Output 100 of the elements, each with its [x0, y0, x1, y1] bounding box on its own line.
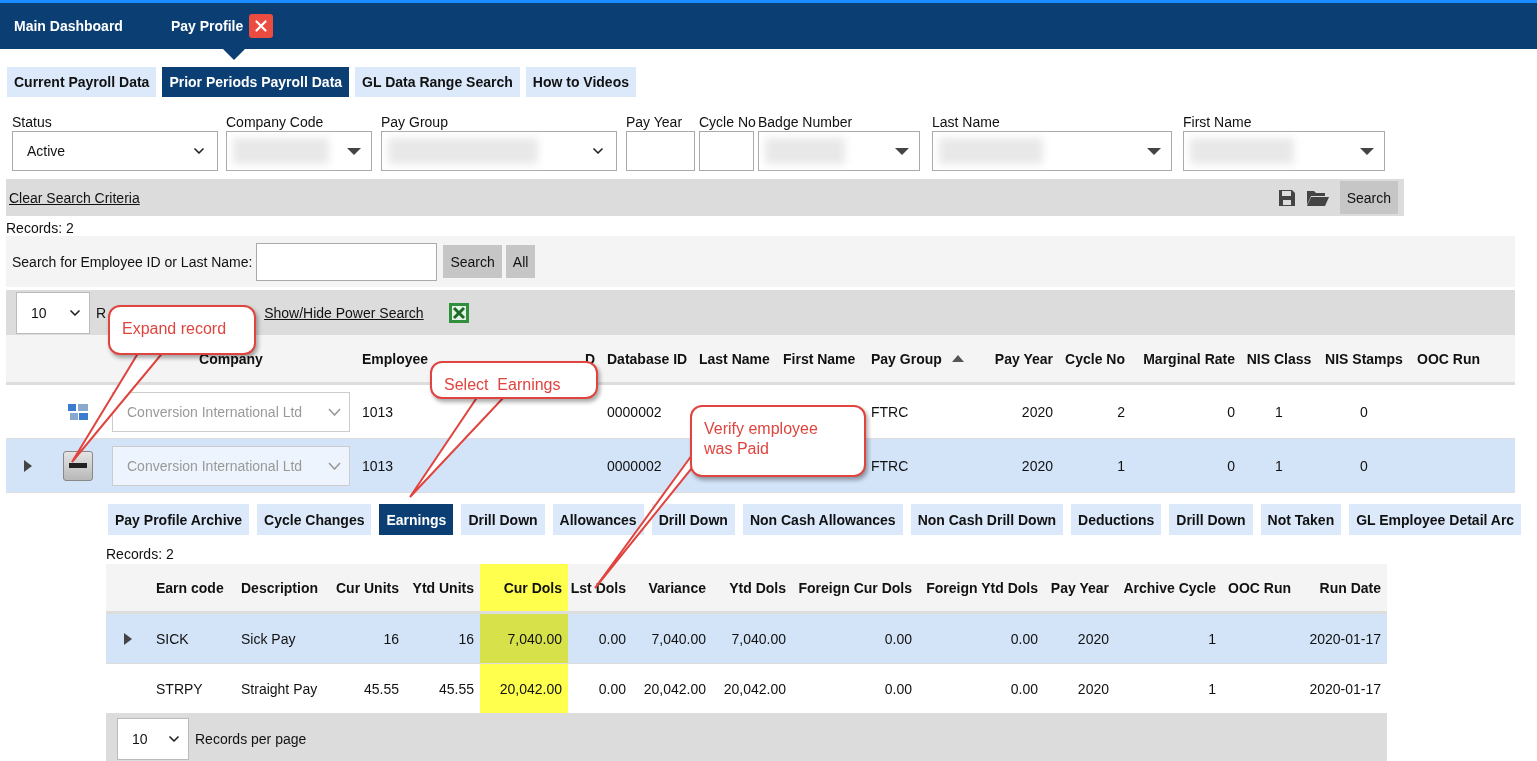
table-cell: 1: [1275, 403, 1283, 420]
table-cell: FTRC: [871, 457, 909, 474]
column-header[interactable]: Foreign Cur Dols: [792, 564, 918, 611]
column-header[interactable]: Cur Dols: [480, 564, 568, 611]
field-label: First Name: [1183, 114, 1253, 131]
select-field[interactable]: [932, 131, 1172, 171]
column-header[interactable]: OOC Run: [1222, 564, 1297, 611]
detail-tab[interactable]: Not Taken: [1260, 504, 1342, 535]
tab[interactable]: Prior Periods Payroll Data: [162, 67, 350, 97]
column-header[interactable]: Marginal Rate: [1143, 350, 1235, 367]
table-cell: 2020: [1021, 457, 1053, 474]
table-cell: 16: [383, 630, 399, 647]
spreadsheet-icon[interactable]: [447, 301, 470, 324]
annotation-callout: Expand record: [108, 305, 256, 355]
field-label: Pay Group: [381, 114, 449, 131]
caret-icon: [895, 147, 909, 155]
select-field[interactable]: [758, 131, 920, 171]
table-cell: 0.00: [884, 630, 912, 647]
table-cell: 7,040.00: [651, 630, 706, 647]
detail-tab[interactable]: Pay Profile Archive: [108, 504, 250, 535]
column-header[interactable]: NIS Stamps: [1325, 350, 1403, 367]
detail-tab[interactable]: Non Cash Allowances: [742, 504, 903, 535]
column-header[interactable]: Pay Year: [994, 350, 1053, 367]
column-header[interactable]: Cycle No: [1065, 350, 1125, 367]
search-button[interactable]: Search: [1339, 181, 1398, 214]
column-header[interactable]: Ytd Units: [405, 564, 480, 611]
search-button[interactable]: Search: [443, 245, 502, 278]
table-cell: 1013: [362, 457, 394, 474]
column-header[interactable]: Cur Units: [330, 564, 405, 611]
column-header[interactable]: Archive Cycle: [1115, 564, 1222, 611]
field-label: Cycle No: [699, 114, 757, 131]
column-header[interactable]: Run Date: [1297, 564, 1387, 611]
column-header[interactable]: NIS Class: [1246, 350, 1312, 367]
detail-tab[interactable]: Allowances: [552, 504, 644, 535]
table-cell: 0000002: [607, 403, 662, 420]
nav-tab[interactable]: Main Dashboard: [14, 18, 123, 34]
table-cell: 2020-01-17: [1309, 680, 1381, 697]
nav-tab[interactable]: Pay Profile: [170, 18, 244, 34]
column-header[interactable]: Last Name: [699, 350, 770, 367]
field-label: Pay Year: [626, 114, 684, 131]
table-row[interactable]: STRPY Straight Pay 45.55 45.55 20,042.00 0.00 20,042.00 20,042.00 0.00 0.00 2020 1 2020-01-17: [106, 664, 1387, 714]
caret-icon: [1360, 147, 1374, 155]
search-input[interactable]: [256, 242, 438, 281]
table-cell: STRPY: [156, 680, 203, 697]
input-field[interactable]: [699, 131, 754, 171]
detail-tab[interactable]: GL Employee Detail Arc: [1349, 504, 1522, 535]
column-header[interactable]: Earn code: [150, 564, 235, 611]
column-header[interactable]: OOC Run: [1417, 350, 1480, 367]
select-field[interactable]: [381, 131, 617, 171]
expand-arrow-icon[interactable]: [124, 632, 132, 645]
detail-tab[interactable]: Deductions: [1071, 504, 1162, 535]
field-label: Company Code: [226, 114, 325, 131]
detail-tab[interactable]: Drill Down: [461, 504, 545, 535]
table-cell: 0.00: [598, 680, 626, 697]
table-cell: 7,040.00: [731, 630, 786, 647]
table-cell: 0: [1227, 403, 1235, 420]
table-cell: 1: [1275, 457, 1283, 474]
column-header[interactable]: Lst Dols: [568, 564, 632, 611]
column-header[interactable]: Pay Group: [871, 350, 942, 367]
select-field[interactable]: Active: [12, 131, 218, 171]
grid-view-icon[interactable]: [67, 402, 89, 421]
tab[interactable]: Current Payroll Data: [7, 67, 157, 97]
detail-tab[interactable]: Drill Down: [651, 504, 735, 535]
detail-tab[interactable]: Drill Down: [1169, 504, 1253, 535]
power-search-link[interactable]: Show/Hide Power Search: [264, 304, 424, 321]
table-cell: 1013: [362, 403, 394, 420]
highlighted-cell: 20,042.00: [480, 664, 568, 713]
table-cell: 45.55: [363, 680, 399, 697]
tab[interactable]: GL Data Range Search: [355, 67, 520, 97]
detail-tab[interactable]: Non Cash Drill Down: [910, 504, 1064, 535]
column-header[interactable]: Employee: [362, 350, 429, 367]
column-header[interactable]: Variance: [632, 564, 712, 611]
field-label: Status: [12, 114, 53, 131]
input-field[interactable]: [626, 131, 695, 171]
detail-tab[interactable]: Cycle Changes: [257, 504, 372, 535]
column-header[interactable]: First Name: [783, 350, 856, 367]
column-header[interactable]: Database ID: [607, 350, 688, 367]
page-size-select[interactable]: 10: [16, 291, 90, 334]
table-cell: 1: [1117, 457, 1125, 474]
column-header[interactable]: Ytd Dols: [712, 564, 792, 611]
expand-arrow-icon[interactable]: [24, 459, 32, 472]
page-size-select[interactable]: 10: [117, 718, 189, 760]
field-label: Badge Number: [758, 114, 854, 131]
all-button[interactable]: All: [505, 245, 536, 278]
column-header[interactable]: Description: [235, 564, 330, 611]
table-row[interactable]: SICK Sick Pay 16 16 7,040.00 0.00 7,040.00 7,040.00 0.00 0.00 2020 1 2020-01-17: [106, 614, 1387, 664]
table-cell: 1: [1208, 630, 1216, 647]
column-header[interactable]: Pay Year: [1044, 564, 1115, 611]
save-icon[interactable]: [1277, 188, 1296, 207]
table-cell: 16: [458, 630, 474, 647]
folder-icon[interactable]: [1305, 188, 1330, 207]
column-header[interactable]: Foreign Ytd Dols: [918, 564, 1044, 611]
table-cell: Sick Pay: [241, 630, 296, 647]
table-cell: 2020-01-17: [1309, 630, 1381, 647]
select-field[interactable]: [1183, 131, 1385, 171]
tab[interactable]: How to Videos: [525, 67, 636, 97]
collapse-button[interactable]: [63, 450, 93, 481]
clear-search-link[interactable]: Clear Search Criteria: [9, 189, 140, 206]
detail-tab[interactable]: Earnings: [379, 504, 454, 535]
select-field[interactable]: [226, 131, 372, 171]
